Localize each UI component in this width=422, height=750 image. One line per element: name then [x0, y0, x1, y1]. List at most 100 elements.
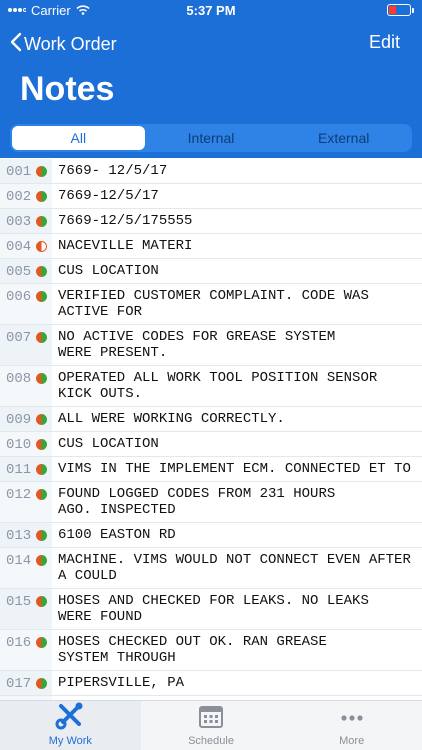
note-row[interactable]: 006 VERIFIED CUSTOMER COMPLAINT. CODE WAS… — [0, 284, 422, 325]
note-number: 016 — [6, 635, 32, 651]
note-status-dot-icon — [36, 596, 47, 607]
note-status-dot-icon — [36, 191, 47, 202]
battery-icon — [387, 4, 414, 16]
note-gutter: 002 — [0, 184, 52, 208]
tab-my-work-label: My Work — [48, 735, 92, 747]
note-row[interactable]: 016 HOSES CHECKED OUT OK. RAN GREASE SYST… — [0, 630, 422, 671]
note-status-dot-icon — [36, 555, 47, 566]
note-row[interactable]: 001 7669- 12/5/17 — [0, 159, 422, 184]
note-text: HOSES CHECKED OUT OK. RAN GREASE SYSTEM … — [58, 634, 327, 666]
note-text: 7669-12/5/175555 — [58, 213, 193, 229]
note-status-dot-icon — [36, 464, 47, 475]
note-text: NO ACTIVE CODES FOR GREASE SYSTEM WERE P… — [58, 329, 336, 361]
note-text: MACHINE. VIMS WOULD NOT CONNECT EVEN AFT… — [58, 552, 411, 584]
tab-bar: My Work Schedule More — [0, 700, 422, 750]
note-text: FOUND LOGGED CODES FROM 231 HOURS AGO. I… — [58, 486, 336, 518]
back-label: Work Order — [24, 34, 117, 54]
status-bar: Carrier 5:37 PM — [0, 0, 422, 22]
note-gutter: 009 — [0, 407, 52, 431]
note-number: 008 — [6, 371, 32, 387]
note-number: 013 — [6, 528, 32, 544]
notes-list[interactable]: 001 7669- 12/5/17 002 7669-12/5/17 003 7669-1… — [0, 159, 422, 700]
note-number: 007 — [6, 330, 32, 346]
note-number: 011 — [6, 462, 32, 478]
note-status-dot-icon — [36, 678, 47, 689]
note-text: CUS LOCATION — [58, 436, 159, 452]
note-row[interactable]: 015 HOSES AND CHECKED FOR LEAKS. NO LEAKS… — [0, 589, 422, 630]
tab-more-label: More — [339, 735, 365, 747]
note-gutter: 011 — [0, 457, 52, 481]
tab-more[interactable]: More — [281, 701, 422, 750]
note-number: 010 — [6, 437, 32, 453]
calendar-icon — [197, 702, 225, 735]
note-row[interactable]: 014 MACHINE. VIMS WOULD NOT CONNECT EVEN … — [0, 548, 422, 589]
note-row[interactable]: 013 6100 EASTON RD — [0, 523, 422, 548]
nav-bar: Work Order Edit — [0, 28, 422, 60]
note-status-dot-icon — [36, 241, 47, 252]
note-row[interactable]: 003 7669-12/5/175555 — [0, 209, 422, 234]
header: Carrier 5:37 PM Work Order Edit Notes Al… — [0, 0, 422, 158]
tab-schedule[interactable]: Schedule — [141, 701, 282, 750]
tools-icon — [55, 702, 85, 735]
note-number: 017 — [6, 676, 32, 692]
note-gutter: 006 — [0, 284, 52, 324]
note-row[interactable]: 017 PIPERSVILLE, PA — [0, 671, 422, 696]
note-row[interactable]: 005 CUS LOCATION — [0, 259, 422, 284]
note-gutter: 008 — [0, 366, 52, 406]
note-gutter: 017 — [0, 671, 52, 695]
note-gutter: 004 — [0, 234, 52, 258]
segment-internal[interactable]: Internal — [145, 126, 278, 150]
note-text: 6100 EASTON RD — [58, 527, 176, 543]
note-gutter: 007 — [0, 325, 52, 365]
note-number: 015 — [6, 594, 32, 610]
note-gutter: 005 — [0, 259, 52, 283]
note-row[interactable]: 002 7669-12/5/17 — [0, 184, 422, 209]
note-text: VIMS IN THE IMPLEMENT ECM. CONNECTED ET … — [58, 461, 411, 477]
note-gutter: 012 — [0, 482, 52, 522]
note-row[interactable]: 008 OPERATED ALL WORK TOOL POSITION SENSO… — [0, 366, 422, 407]
note-gutter: 003 — [0, 209, 52, 233]
note-status-dot-icon — [36, 439, 47, 450]
tab-schedule-label: Schedule — [188, 735, 234, 747]
note-status-dot-icon — [36, 291, 47, 302]
note-text: 7669- 12/5/17 — [58, 163, 168, 179]
note-status-dot-icon — [36, 530, 47, 541]
note-gutter: 010 — [0, 432, 52, 456]
note-row[interactable]: 011 VIMS IN THE IMPLEMENT ECM. CONNECTED … — [0, 457, 422, 482]
page-title: Notes — [20, 70, 115, 108]
note-number: 002 — [6, 189, 32, 205]
edit-button[interactable]: Edit — [369, 32, 400, 53]
notes-filter-segmented-control: All Internal External — [10, 124, 412, 152]
note-status-dot-icon — [36, 166, 47, 177]
back-button[interactable]: Work Order — [10, 32, 117, 57]
more-icon — [338, 702, 366, 735]
segment-all[interactable]: All — [12, 126, 145, 150]
note-number: 006 — [6, 289, 32, 305]
note-gutter: 014 — [0, 548, 52, 588]
note-number: 005 — [6, 264, 32, 280]
status-time: 5:37 PM — [186, 3, 236, 18]
note-text: VERIFIED CUSTOMER COMPLAINT. CODE WAS AC… — [58, 288, 369, 320]
note-row[interactable]: 010 CUS LOCATION — [0, 432, 422, 457]
segment-external[interactable]: External — [277, 126, 410, 150]
note-gutter: 013 — [0, 523, 52, 547]
note-status-dot-icon — [36, 266, 47, 277]
note-row[interactable]: 009 ALL WERE WORKING CORRECTLY. — [0, 407, 422, 432]
note-number: 004 — [6, 239, 32, 255]
note-number: 001 — [6, 164, 32, 180]
note-text: 7669-12/5/17 — [58, 188, 159, 204]
note-status-dot-icon — [36, 637, 47, 648]
note-number: 012 — [6, 487, 32, 503]
note-text: NACEVILLE MATERI — [58, 238, 193, 254]
tab-my-work[interactable]: My Work — [0, 701, 141, 750]
note-row[interactable]: 012 FOUND LOGGED CODES FROM 231 HOURS AGO… — [0, 482, 422, 523]
note-text: ALL WERE WORKING CORRECTLY. — [58, 411, 285, 427]
note-status-dot-icon — [36, 414, 47, 425]
note-row[interactable]: 004 NACEVILLE MATERI — [0, 234, 422, 259]
note-row[interactable]: 007 NO ACTIVE CODES FOR GREASE SYSTEM WER… — [0, 325, 422, 366]
note-number: 003 — [6, 214, 32, 230]
note-status-dot-icon — [36, 332, 47, 343]
note-gutter: 015 — [0, 589, 52, 629]
note-number: 009 — [6, 412, 32, 428]
note-gutter: 001 — [0, 159, 52, 183]
